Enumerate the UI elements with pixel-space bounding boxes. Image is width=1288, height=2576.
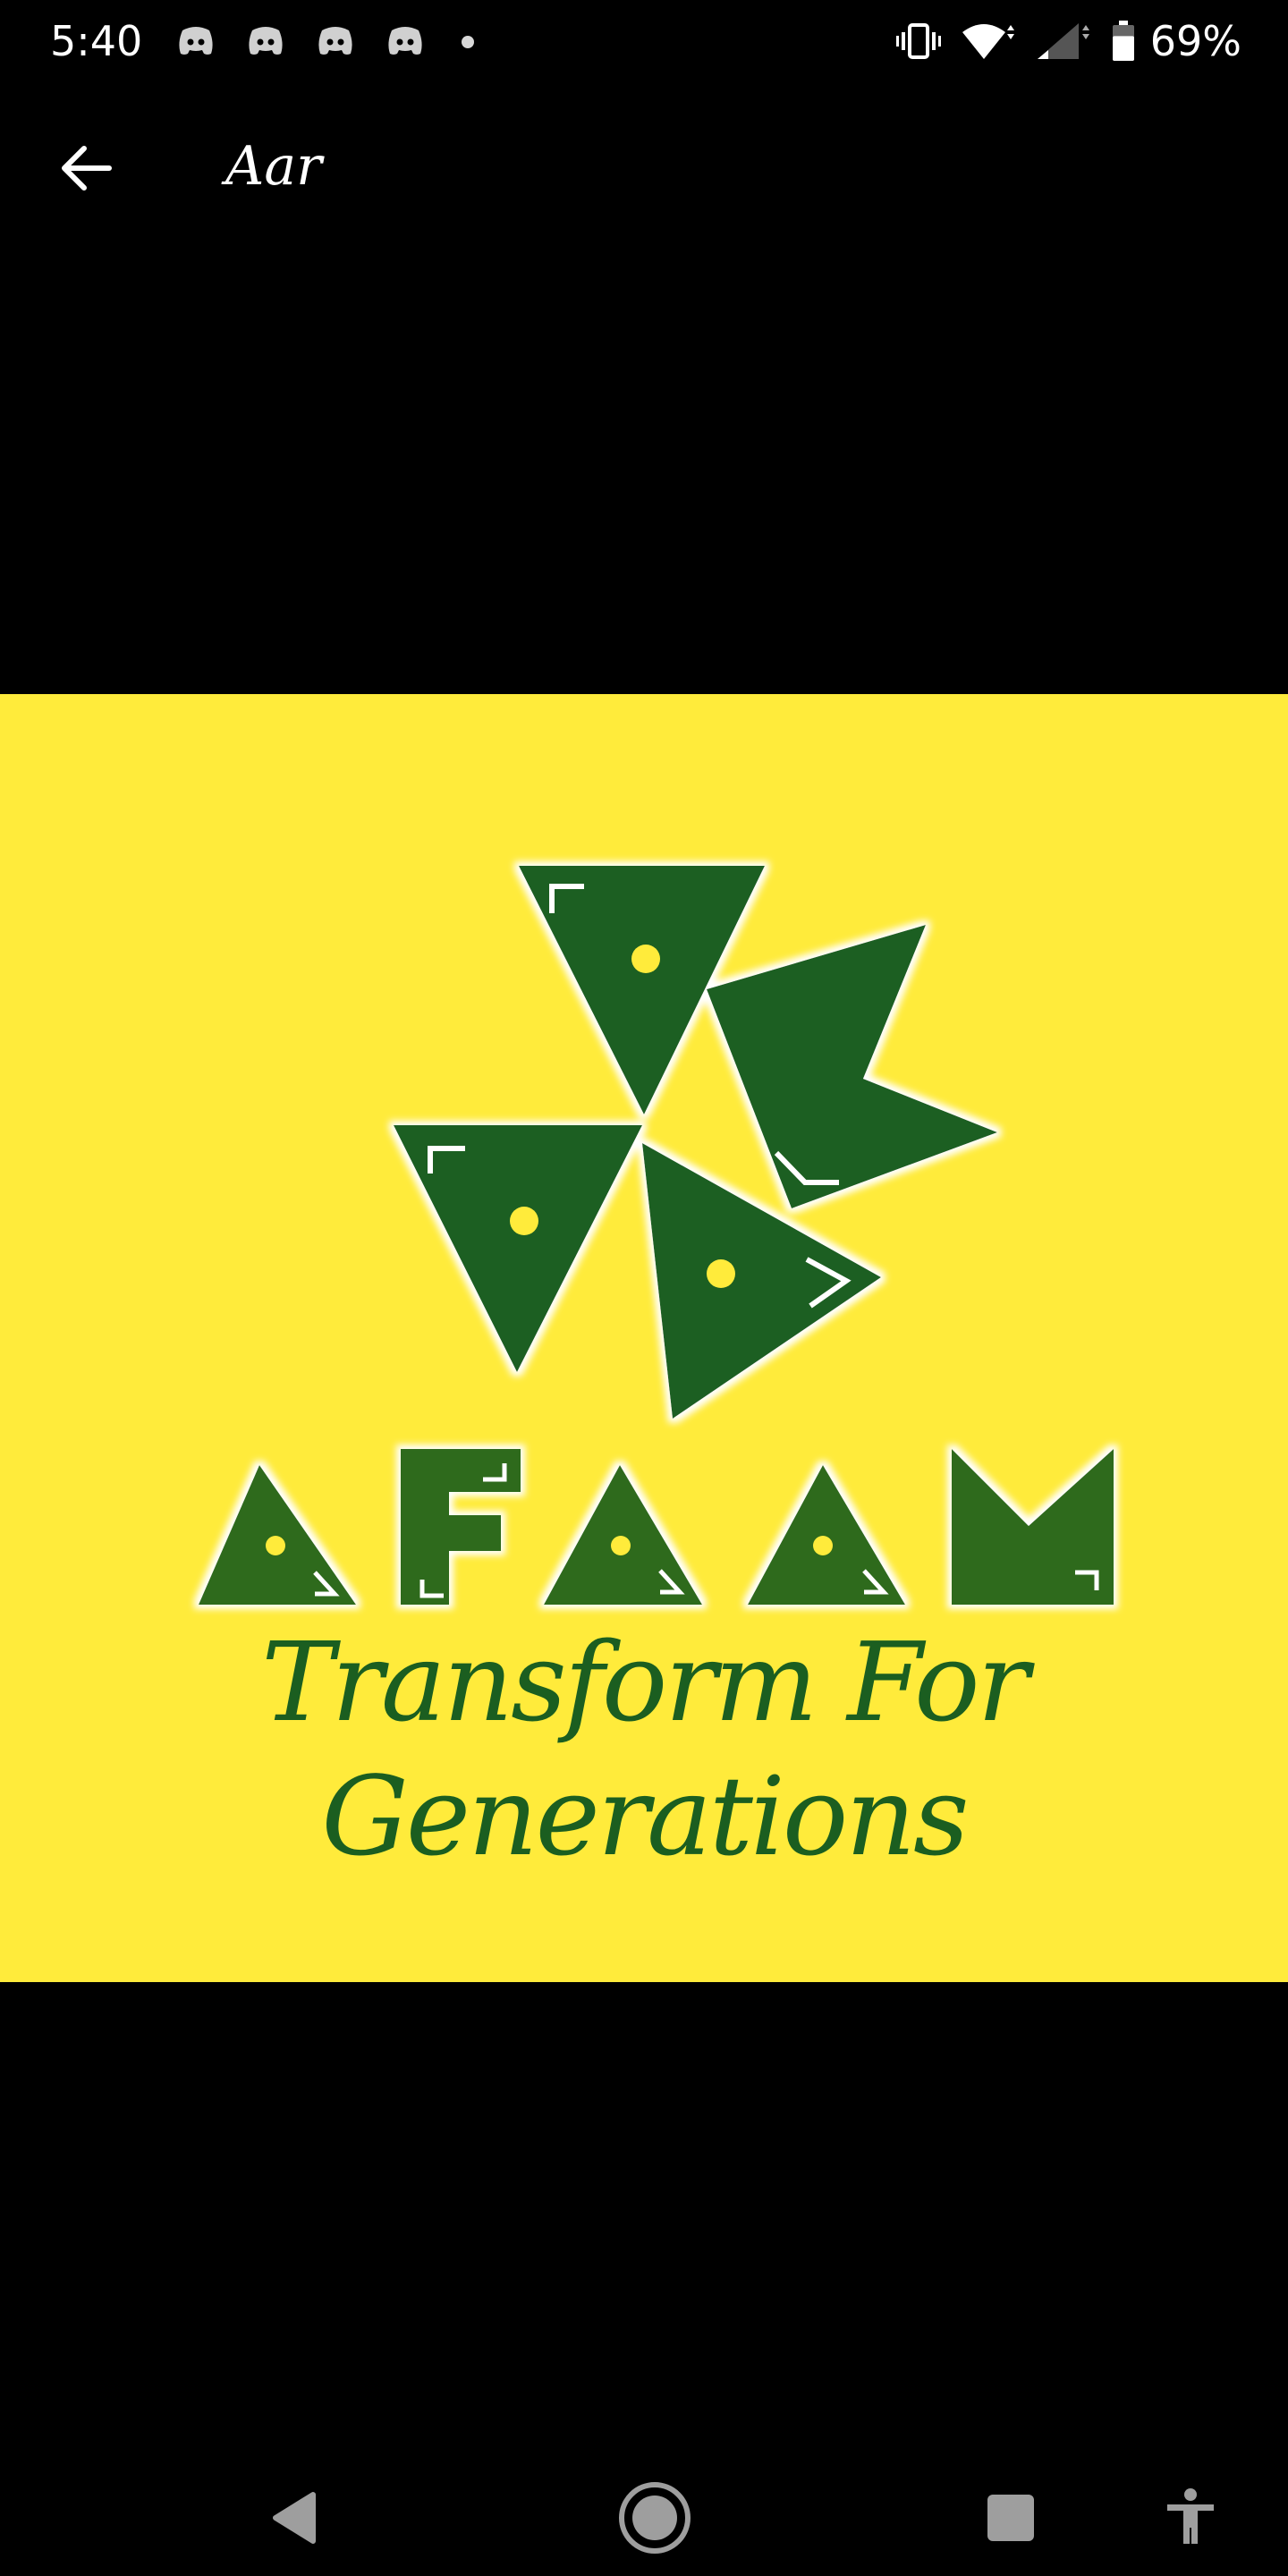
notification-icons — [175, 23, 474, 61]
battery-icon — [1112, 21, 1134, 61]
status-bar: 5:40 69% — [0, 0, 1288, 82]
discord-icon — [318, 27, 352, 55]
system-icons: 69% — [895, 16, 1241, 66]
nav-accessibility-button[interactable] — [1141, 2469, 1240, 2567]
vibrate-icon — [895, 23, 941, 59]
app-bar: Aar — [0, 98, 1288, 225]
screen: 5:40 69% Aar Transform For Generations — [0, 0, 1288, 2576]
tagline: Transform For Generations — [261, 1619, 1030, 1880]
discord-icon — [249, 27, 283, 55]
more-notifications-dot-icon — [462, 36, 474, 48]
wifi-icon — [962, 24, 1014, 59]
image-viewer[interactable]: Transform For Generations — [0, 694, 1288, 1982]
signal-icon — [1037, 23, 1089, 59]
battery-percent: 69% — [1149, 17, 1241, 65]
back-button[interactable] — [47, 129, 125, 208]
accessibility-icon — [1167, 2488, 1214, 2544]
nav-home-button[interactable] — [606, 2469, 704, 2567]
triangle-back-icon — [273, 2492, 316, 2544]
status-time: 5:40 — [50, 17, 143, 65]
circle-home-icon — [619, 2482, 691, 2554]
discord-icon — [179, 27, 213, 55]
square-recents-icon — [987, 2495, 1034, 2541]
discord-icon — [388, 27, 422, 55]
page-title: Aar — [225, 135, 322, 198]
arrow-left-icon — [62, 146, 112, 191]
nav-recents-button[interactable] — [962, 2469, 1060, 2567]
navigation-bar — [0, 2442, 1288, 2576]
nav-back-button[interactable] — [246, 2469, 344, 2567]
